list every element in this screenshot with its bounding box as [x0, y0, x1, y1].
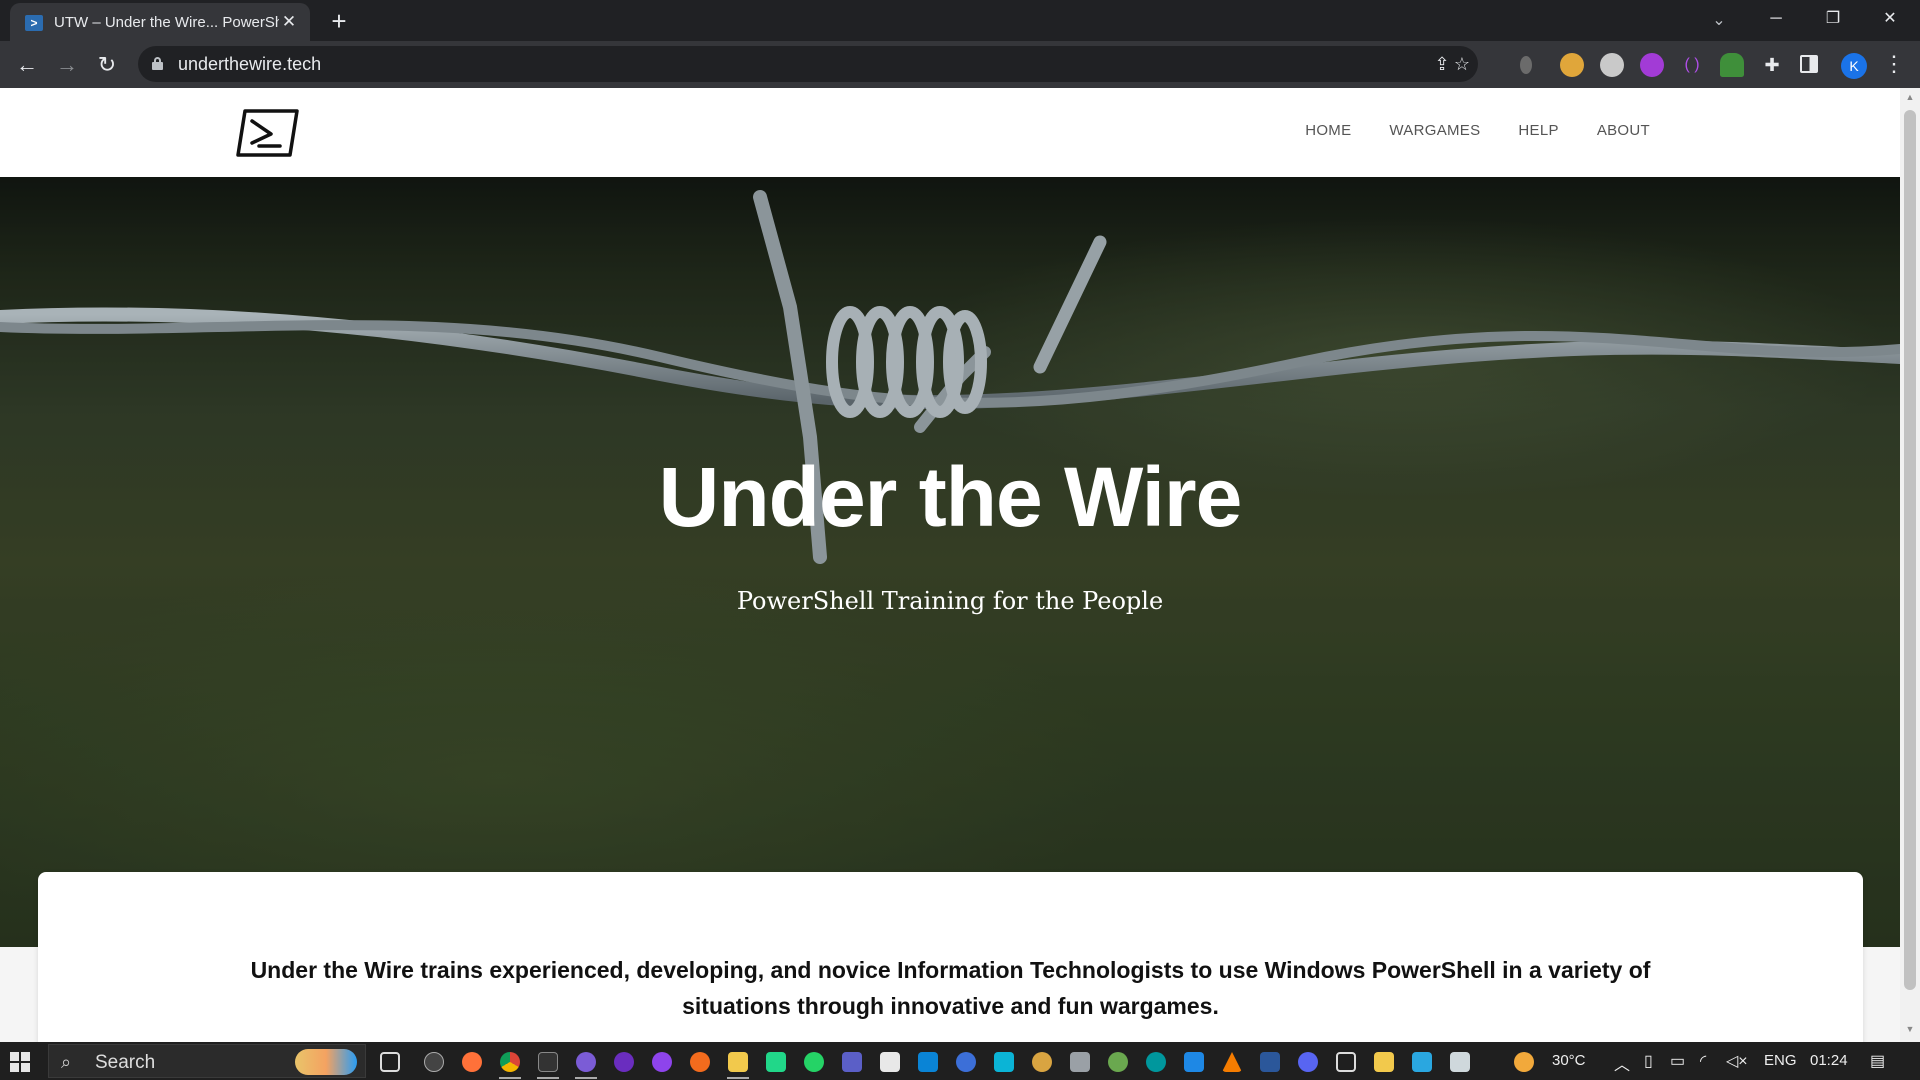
discord-icon[interactable]: [1298, 1052, 1318, 1072]
close-icon[interactable]: ✕: [278, 11, 300, 33]
search-icon: ⌕: [61, 1052, 72, 1072]
restore-button[interactable]: ❐: [1805, 0, 1861, 38]
hero-title: Under the Wire: [658, 450, 1243, 544]
scrollbar-thumb[interactable]: [1904, 110, 1916, 990]
app-icon-yellow[interactable]: [1374, 1052, 1394, 1072]
extension-icon-3[interactable]: [1600, 53, 1624, 77]
store-icon[interactable]: [880, 1052, 900, 1072]
extension-icon-1[interactable]: [1520, 56, 1532, 74]
menu-dots-icon[interactable]: ⋮: [1882, 49, 1906, 79]
chrome-icon[interactable]: [500, 1052, 520, 1072]
new-tab-button[interactable]: +: [325, 7, 353, 35]
app-icon-keyboard[interactable]: [1450, 1052, 1470, 1072]
nav-wargames[interactable]: WARGAMES: [1389, 122, 1480, 139]
wifi-icon[interactable]: ◜: [1700, 1051, 1706, 1071]
page-viewport: HOME WARGAMES HELP ABOUT Under the Wire …: [0, 88, 1900, 1042]
extension-icon-4[interactable]: [1640, 53, 1664, 77]
clock-time[interactable]: 01:24: [1810, 1052, 1848, 1069]
address-bar[interactable]: underthewire.tech ⇪ ☆: [138, 46, 1478, 82]
explorer-active-indicator: [727, 1077, 749, 1079]
terminal-active-indicator: [537, 1077, 559, 1079]
app-icon-blue-play[interactable]: [956, 1052, 976, 1072]
whatsapp-icon[interactable]: [804, 1052, 824, 1072]
side-panel-icon[interactable]: [1800, 55, 1818, 73]
back-arrow-icon[interactable]: ←: [11, 49, 43, 81]
browser-toolbar: ← → ↻ underthewire.tech ⇪ ☆ ( ) ✚ K ⋮: [0, 41, 1920, 88]
app-icon-purple-drop[interactable]: [576, 1052, 596, 1072]
tree-extension-icon[interactable]: [1720, 53, 1744, 77]
extension-icon-5[interactable]: ( ): [1680, 53, 1704, 77]
puzzle-extensions-icon[interactable]: ✚: [1760, 53, 1784, 77]
app-icon-cyan[interactable]: [994, 1052, 1014, 1072]
nav-home[interactable]: HOME: [1305, 122, 1351, 139]
app-icon-blue-wing[interactable]: [1184, 1052, 1204, 1072]
arduino-icon[interactable]: [1146, 1052, 1166, 1072]
word-icon[interactable]: [1260, 1052, 1280, 1072]
powershell-logo-icon[interactable]: [235, 108, 300, 158]
dell-icon[interactable]: [424, 1052, 444, 1072]
barbed-wire-image: [0, 177, 1900, 947]
site-nav: HOME WARGAMES HELP ABOUT: [1305, 122, 1650, 139]
device-icon[interactable]: ▯: [1644, 1051, 1653, 1071]
terminal-icon[interactable]: [538, 1052, 558, 1072]
file-explorer-icon[interactable]: [728, 1052, 748, 1072]
task-view-icon[interactable]: [380, 1052, 400, 1072]
intro-text: Under the Wire trains experienced, devel…: [250, 957, 1651, 1019]
windows-start-icon[interactable]: [10, 1052, 30, 1072]
windows-taskbar: ⌕ Search 30°C ︿ ▯ ▭ ◜ ◁× ENG 01:24 ▤: [0, 1042, 1920, 1080]
url-text[interactable]: underthewire.tech: [178, 54, 321, 75]
teams-icon[interactable]: [842, 1052, 862, 1072]
minimize-button[interactable]: ─: [1748, 0, 1804, 38]
reload-icon[interactable]: ↻: [91, 49, 123, 81]
powershell-icon: >: [25, 15, 43, 31]
app-icon-grey[interactable]: [1070, 1052, 1090, 1072]
browser-tab[interactable]: > UTW – Under the Wire... PowerShell ✕: [10, 3, 310, 41]
hero-banner: Under the Wire PowerShell Training for t…: [0, 177, 1900, 947]
scroll-up-arrow-icon[interactable]: ▲: [1900, 92, 1920, 106]
search-highlight-image: [295, 1049, 357, 1075]
notification-icon[interactable]: ▤: [1870, 1051, 1885, 1071]
app-icon-orange[interactable]: [690, 1052, 710, 1072]
hero-subtitle: PowerShell Training for the People: [736, 587, 1164, 615]
app-icon-green[interactable]: [1108, 1052, 1128, 1072]
site-header: HOME WARGAMES HELP ABOUT: [0, 88, 1900, 177]
tab-search-chevron-icon[interactable]: ⌄: [1705, 7, 1733, 35]
vscode-icon[interactable]: [918, 1052, 938, 1072]
extension-icon-2[interactable]: [1560, 53, 1584, 77]
chrome-active-indicator: [499, 1077, 521, 1079]
speaker-muted-icon[interactable]: ◁×: [1726, 1051, 1748, 1071]
app-icon-lightblue[interactable]: [1412, 1052, 1432, 1072]
bookmark-star-icon[interactable]: ☆: [1450, 52, 1474, 76]
window-close-button[interactable]: ✕: [1862, 0, 1918, 38]
taskbar-search-box[interactable]: ⌕ Search: [48, 1044, 366, 1078]
battery-icon[interactable]: ▭: [1670, 1051, 1685, 1071]
app-icon-globe[interactable]: [1032, 1052, 1052, 1072]
chevron-up-icon[interactable]: ︿: [1614, 1051, 1630, 1075]
weather-temperature[interactable]: 30°C: [1552, 1052, 1586, 1069]
weather-sun-icon[interactable]: [1514, 1052, 1534, 1072]
forward-arrow-icon[interactable]: →: [51, 49, 83, 81]
tab-title: UTW – Under the Wire... PowerShell: [54, 14, 279, 31]
vlc-icon[interactable]: [1222, 1052, 1242, 1072]
taskbar-search-label: Search: [95, 1052, 156, 1073]
nav-help[interactable]: HELP: [1518, 122, 1558, 139]
lock-icon[interactable]: [152, 57, 163, 70]
firefox-icon[interactable]: [462, 1052, 482, 1072]
app-icon-purple-circle[interactable]: [614, 1052, 634, 1072]
pycharm-icon[interactable]: [766, 1052, 786, 1072]
language-indicator[interactable]: ENG: [1764, 1052, 1797, 1069]
proton-vpn-icon[interactable]: [652, 1052, 672, 1072]
browser-tab-strip: > UTW – Under the Wire... PowerShell ✕ +…: [0, 0, 1920, 41]
app-icon-cube[interactable]: [1336, 1052, 1356, 1072]
page-scrollbar[interactable]: ▲ ▼: [1900, 88, 1920, 1042]
app-active-indicator: [575, 1077, 597, 1079]
intro-card: Under the Wire trains experienced, devel…: [38, 872, 1863, 1042]
profile-avatar[interactable]: K: [1841, 53, 1867, 79]
scroll-down-arrow-icon[interactable]: ▼: [1900, 1024, 1920, 1038]
nav-about[interactable]: ABOUT: [1597, 122, 1650, 139]
